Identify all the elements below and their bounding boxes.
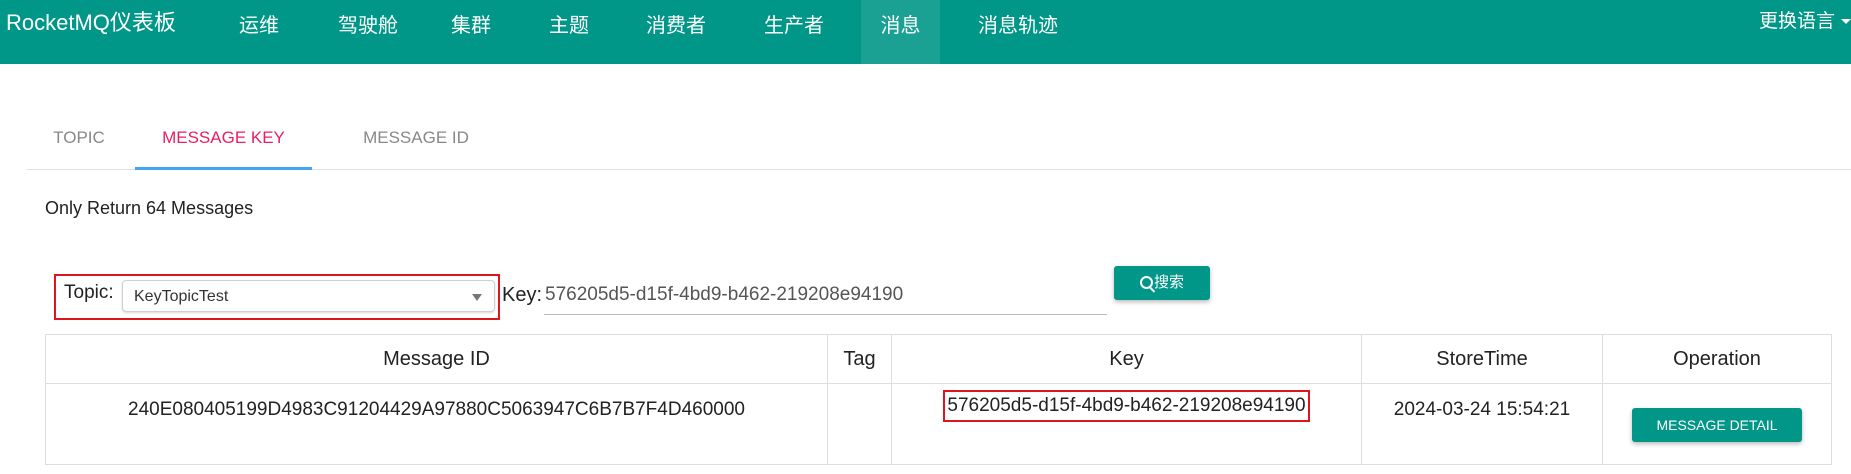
column-header-store-time: StoreTime <box>1361 334 1603 384</box>
nav-item-message-trace[interactable]: 消息轨迹 <box>978 0 1058 64</box>
search-button[interactable]: 搜索 <box>1114 266 1210 300</box>
top-navbar: RocketMQ仪表板 运维 驾驶舱 集群 主题 消费者 生产者 消息 消息轨迹… <box>0 0 1851 64</box>
result-count-text: Only Return 64 Messages <box>45 198 254 218</box>
column-header-message-id: Message ID <box>45 334 828 384</box>
nav-item-cockpit[interactable]: 驾驶舱 <box>338 0 398 64</box>
search-button-label: 搜索 <box>1153 274 1184 291</box>
nav-item-cluster[interactable]: 集群 <box>451 0 491 64</box>
language-label: 更换语言 <box>1758 11 1835 32</box>
operation-cell: MESSAGE DETAIL <box>1602 383 1832 465</box>
column-header-key: Key <box>891 334 1362 384</box>
nav-item-producer[interactable]: 生产者 <box>764 0 824 64</box>
message-id-cell: 240E080405199D4983C91204429A97880C506394… <box>45 383 828 465</box>
tag-cell <box>827 383 892 465</box>
caret-down-icon <box>1841 19 1851 25</box>
query-tabs: TOPIC MESSAGE KEY MESSAGE ID <box>27 110 1851 170</box>
dropdown-arrow-icon <box>472 294 482 301</box>
results-table: Message ID Tag Key StoreTime Operation 2… <box>45 334 1832 465</box>
search-icon <box>1139 276 1153 289</box>
column-header-tag: Tag <box>827 334 892 384</box>
topic-select-value: KeyTopicTest <box>134 288 229 305</box>
message-id-value: 240E080405199D4983C91204429A97880C506394… <box>128 399 745 420</box>
app-brand[interactable]: RocketMQ仪表板 <box>6 10 176 36</box>
language-switcher[interactable]: 更换语言 <box>1759 10 1851 34</box>
nav-item-topic[interactable]: 主题 <box>549 0 589 64</box>
tab-topic[interactable]: TOPIC <box>27 110 131 167</box>
key-cell: 576205d5-d15f-4bd9-b462-219208e94190 <box>891 383 1362 465</box>
key-value: 576205d5-d15f-4bd9-b462-219208e94190 <box>947 395 1306 416</box>
topic-label: Topic: <box>64 282 114 303</box>
key-highlight-box: 576205d5-d15f-4bd9-b462-219208e94190 <box>943 390 1310 422</box>
tab-message-id[interactable]: MESSAGE ID <box>336 110 496 167</box>
nav-item-consumer[interactable]: 消费者 <box>646 0 706 64</box>
table-row: 240E080405199D4983C91204429A97880C506394… <box>45 383 1832 465</box>
store-time-cell: 2024-03-24 15:54:21 <box>1361 383 1603 465</box>
table-header-row: Message ID Tag Key StoreTime Operation <box>45 334 1832 384</box>
nav-item-ops[interactable]: 运维 <box>239 0 279 64</box>
key-label: Key: <box>502 284 543 306</box>
tab-message-key[interactable]: MESSAGE KEY <box>135 110 312 170</box>
topic-select[interactable]: KeyTopicTest <box>122 280 495 312</box>
column-header-operation: Operation <box>1602 334 1832 384</box>
store-time-value: 2024-03-24 15:54:21 <box>1393 399 1571 420</box>
key-input[interactable] <box>544 276 1107 315</box>
message-detail-button[interactable]: MESSAGE DETAIL <box>1632 408 1802 442</box>
nav-item-message[interactable]: 消息 <box>861 0 940 64</box>
